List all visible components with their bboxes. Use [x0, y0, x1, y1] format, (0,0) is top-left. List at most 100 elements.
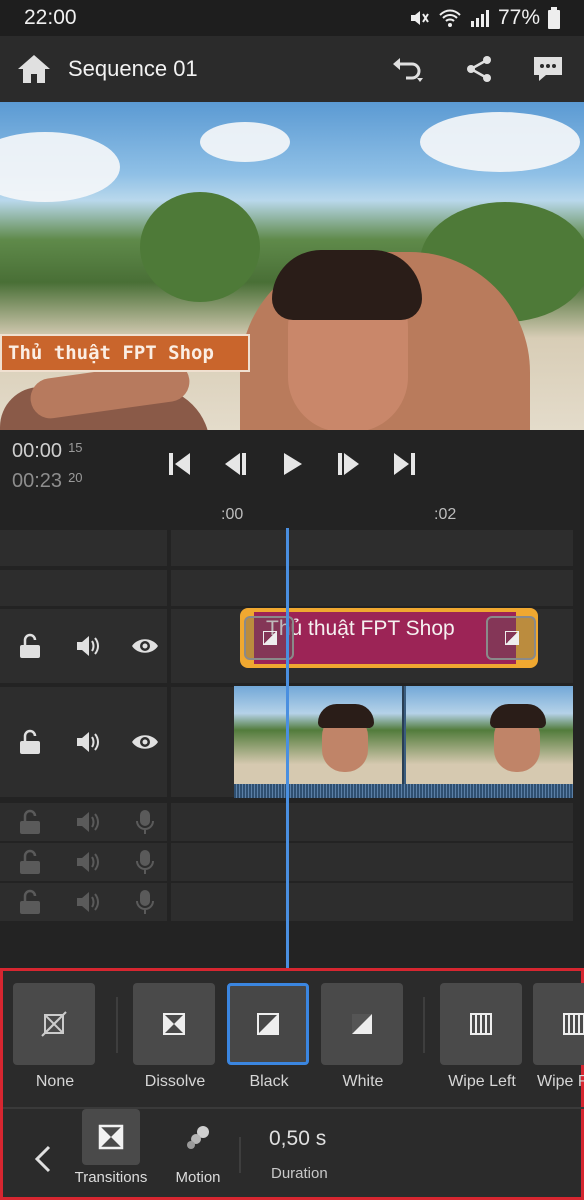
- signal-icon: [470, 10, 489, 27]
- transition-tile[interactable]: [321, 983, 403, 1065]
- microphone-icon[interactable]: [132, 809, 158, 835]
- speaker-icon[interactable]: [75, 729, 101, 755]
- track-lane-empty[interactable]: [171, 570, 573, 606]
- sequence-title: Sequence 01: [68, 56, 198, 81]
- total-time: 00:23: [12, 470, 63, 492]
- tree-shape: [140, 192, 260, 302]
- dip-black-icon: [257, 1013, 279, 1035]
- transition-label: Wipe Right: [537, 1073, 584, 1090]
- speaker-icon[interactable]: [75, 809, 101, 835]
- unlock-icon[interactable]: [17, 889, 43, 915]
- total-frames: 20: [68, 470, 83, 485]
- feedback-icon[interactable]: [532, 54, 564, 84]
- transition-tile[interactable]: [13, 983, 95, 1065]
- current-time: 00:00: [12, 440, 63, 462]
- share-icon[interactable]: [464, 54, 494, 84]
- cloud-shape: [0, 132, 120, 202]
- step-forward-button[interactable]: [330, 448, 366, 480]
- unlock-icon[interactable]: [17, 633, 43, 659]
- skip-to-start-button[interactable]: [162, 448, 198, 480]
- microphone-icon[interactable]: [132, 849, 158, 875]
- cloud-shape: [420, 112, 580, 172]
- motion-icon: [187, 1126, 209, 1149]
- wifi-icon: [439, 9, 461, 27]
- transition-none[interactable]: None: [13, 983, 97, 1091]
- transition-tile-selected[interactable]: [227, 983, 309, 1065]
- unlock-icon[interactable]: [17, 729, 43, 755]
- duration-value[interactable]: 0,50 s: [269, 1127, 326, 1151]
- transport-controls: [162, 448, 422, 480]
- status-time: 22:00: [24, 6, 77, 29]
- transition-label: White: [342, 1073, 384, 1090]
- speaker-icon[interactable]: [75, 849, 101, 875]
- divider: [239, 1137, 241, 1173]
- transition-tile[interactable]: [133, 983, 215, 1065]
- wipe-right-icon: [563, 1013, 584, 1035]
- skip-to-end-button[interactable]: [386, 448, 422, 480]
- transition-white[interactable]: White: [321, 983, 405, 1091]
- transitions-icon: [98, 1124, 124, 1150]
- track-lane-audio[interactable]: [171, 883, 573, 921]
- skip-end-icon: [394, 453, 415, 475]
- tab-icon-box: [82, 1109, 140, 1165]
- status-bar: 22:00 77%: [0, 0, 584, 36]
- skip-start-icon: [169, 453, 190, 475]
- home-icon[interactable]: [16, 53, 52, 85]
- transition-tile[interactable]: [533, 983, 584, 1065]
- clip-thumbnail: [406, 686, 573, 784]
- transition-dissolve[interactable]: Dissolve: [133, 983, 217, 1091]
- battery-icon: [548, 7, 560, 29]
- visibility-eye-icon[interactable]: [131, 729, 159, 755]
- track-header-audio: [0, 883, 167, 921]
- video-preview[interactable]: [0, 102, 584, 430]
- play-icon: [284, 453, 302, 475]
- track-lane-audio[interactable]: [171, 803, 573, 841]
- tab-transitions[interactable]: Transitions: [71, 1109, 151, 1186]
- transition-tile[interactable]: [440, 983, 522, 1065]
- total-timecode: 00:23 20: [12, 470, 83, 493]
- undo-icon[interactable]: [390, 54, 424, 84]
- dip-white-icon: [352, 1014, 372, 1034]
- track-lane-audio[interactable]: [171, 843, 573, 881]
- video-clip[interactable]: [234, 686, 573, 798]
- track-header-title: [0, 609, 167, 683]
- mute-icon: [410, 11, 429, 25]
- chevron-left-icon[interactable]: [27, 1139, 61, 1179]
- transition-handle-end[interactable]: [486, 616, 536, 660]
- tab-motion[interactable]: Motion: [163, 1109, 233, 1186]
- transition-label: Black: [249, 1073, 289, 1090]
- unlock-icon[interactable]: [17, 809, 43, 835]
- track-lane-empty[interactable]: [171, 530, 573, 566]
- microphone-icon[interactable]: [132, 889, 158, 915]
- speaker-icon[interactable]: [75, 889, 101, 915]
- playhead[interactable]: [286, 528, 289, 970]
- transition-label: Wipe Left: [448, 1073, 516, 1090]
- unlock-icon[interactable]: [17, 849, 43, 875]
- tab-icon-box: [169, 1109, 227, 1165]
- hair-shape: [272, 250, 422, 320]
- transition-list[interactable]: None Dissolve Black White Wipe Left Wipe…: [3, 983, 584, 1093]
- status-icons: 77%: [408, 6, 560, 30]
- title-clip-label: Thủ thuật FPT Shop: [266, 617, 455, 640]
- transition-wipe-right[interactable]: Wipe Right: [533, 983, 584, 1091]
- clip-thumbnail: [234, 686, 404, 784]
- step-forward-icon: [338, 453, 359, 475]
- transition-black[interactable]: Black: [227, 983, 311, 1091]
- transitions-panel: None Dissolve Black White Wipe Left Wipe…: [0, 968, 584, 1200]
- visibility-eye-icon[interactable]: [131, 633, 159, 659]
- ruler-tick: :02: [434, 506, 457, 523]
- step-back-button[interactable]: [218, 448, 254, 480]
- battery-percent: 77%: [497, 6, 540, 29]
- play-button[interactable]: [274, 448, 310, 480]
- divider: [116, 997, 118, 1053]
- track-header-audio: [0, 843, 167, 881]
- transition-wipe-left[interactable]: Wipe Left: [440, 983, 524, 1091]
- speaker-icon[interactable]: [75, 633, 101, 659]
- ruler-tick: :00: [221, 506, 244, 523]
- preview-title-overlay[interactable]: Thủ thuật FPT Shop: [0, 334, 250, 372]
- transition-label: None: [35, 1073, 75, 1090]
- divider: [423, 997, 425, 1053]
- step-back-icon: [225, 453, 246, 475]
- tab-label: Transitions: [74, 1169, 148, 1186]
- transition-black-icon: [505, 631, 519, 645]
